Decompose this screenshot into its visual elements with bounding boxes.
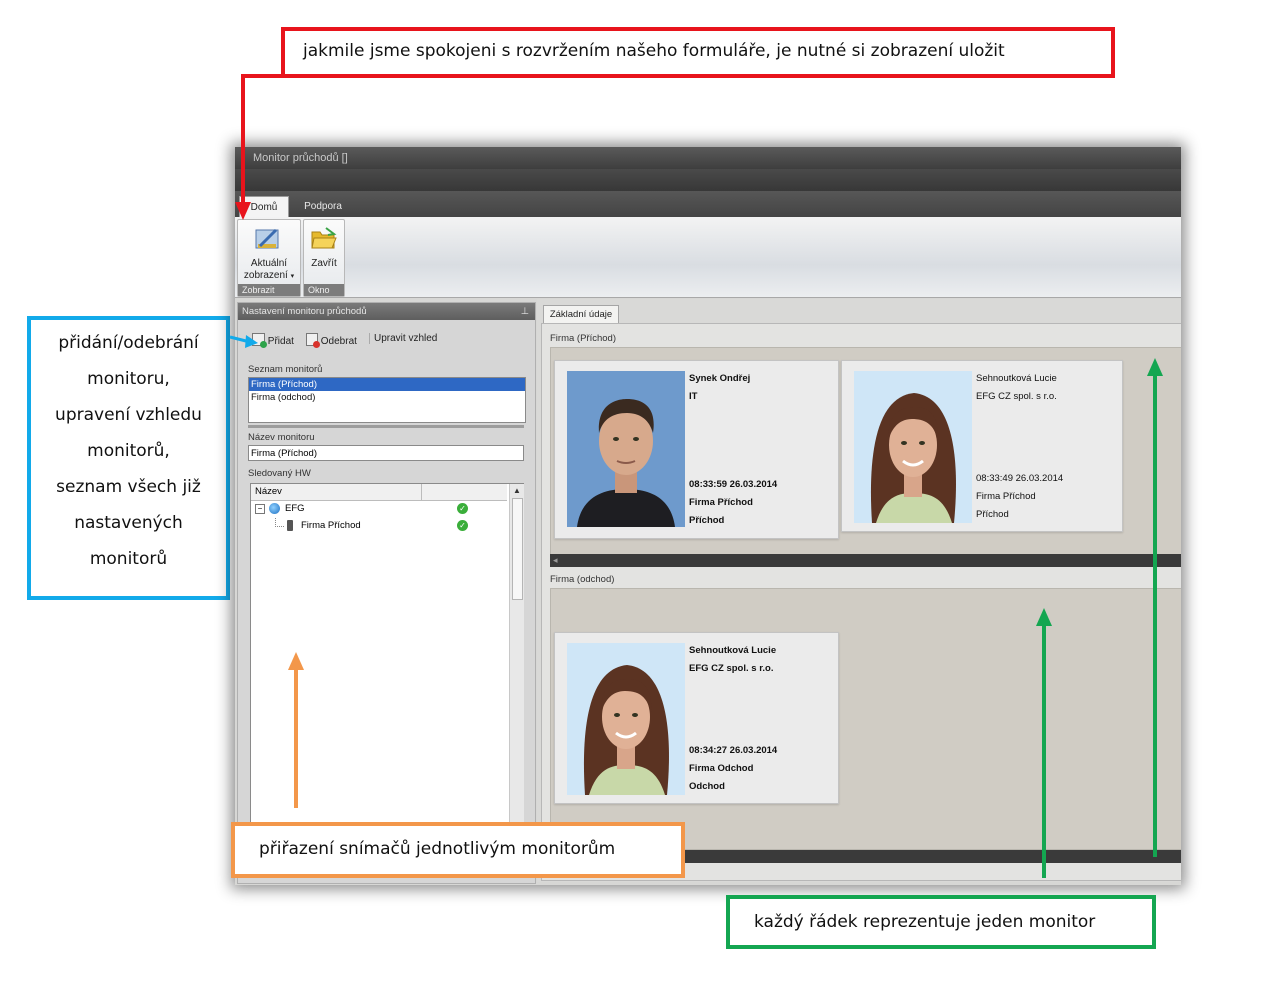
red-arrow-icon <box>235 74 283 220</box>
orange-arrow-icon <box>288 652 304 808</box>
green-arrow-icon <box>1036 358 1163 878</box>
annotation-arrows <box>229 74 1163 878</box>
blue-arrow-icon <box>229 335 258 348</box>
